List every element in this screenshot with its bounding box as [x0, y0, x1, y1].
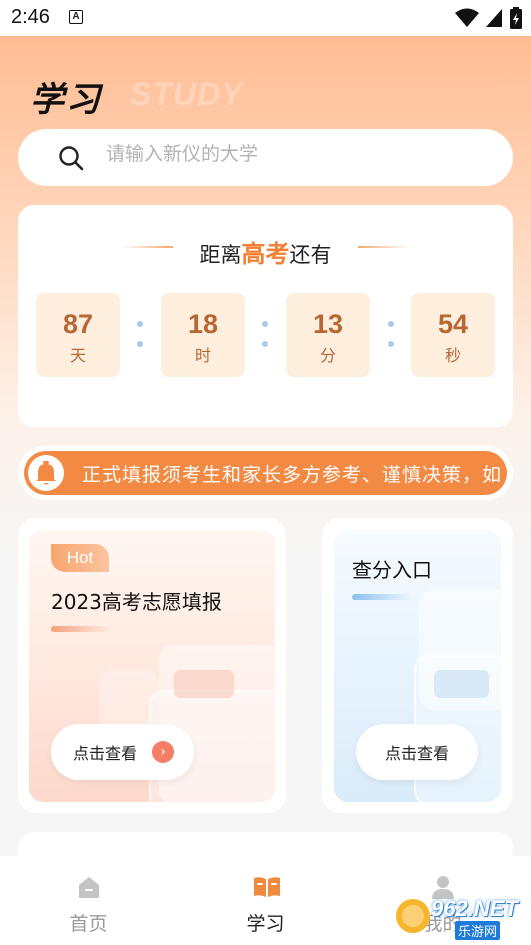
search-input[interactable]: [106, 143, 486, 165]
score-query-view-label: 点击查看: [384, 744, 449, 763]
countdown-days-value: 87: [62, 309, 94, 339]
countdown-title: 距离高考还有: [18, 234, 513, 269]
countdown-seconds-value: 54: [437, 309, 469, 339]
countdown-hours-label: 时: [194, 346, 211, 365]
nav-item-home[interactable]: 首页: [0, 856, 177, 945]
volunteer-view-button[interactable]: 点击查看 ›: [51, 724, 194, 780]
chevron-right-icon: ›: [152, 741, 174, 763]
search-bar[interactable]: [18, 129, 513, 186]
separator-dots: [137, 321, 143, 347]
score-query-view-button[interactable]: 点击查看: [356, 724, 478, 780]
score-query-title: 查分入口: [352, 558, 432, 582]
home-icon: [79, 877, 99, 898]
countdown-hours: 18 时: [161, 293, 245, 377]
page-title-english: STUDY: [130, 76, 244, 112]
hot-badge: Hot: [51, 544, 109, 572]
book-icon: [254, 877, 280, 897]
volunteer-card[interactable]: Hot 2023高考志愿填报 点击查看 ›: [18, 518, 286, 813]
bell-icon: [36, 461, 56, 485]
notice-bar[interactable]: 正式填报须考生和家长多方参考、谨慎决策，如: [18, 446, 513, 500]
separator-dots: [388, 321, 394, 347]
search-icon: [59, 146, 84, 171]
watermark-logo: 962.NET 乐游网: [393, 894, 527, 940]
page-title: 学习: [30, 80, 102, 120]
countdown-hours-value: 18: [187, 309, 219, 339]
wifi-icon: [455, 8, 479, 27]
status-icons: [455, 7, 523, 29]
bell-icon-badge: [28, 455, 64, 491]
watermark-subtext: 乐游网: [455, 921, 501, 940]
countdown-title-suffix: 还有: [289, 243, 332, 267]
countdown-seconds: 54 秒: [411, 293, 495, 377]
decorative-block: [99, 670, 159, 730]
score-query-card-body[interactable]: 查分入口 点击查看: [334, 530, 501, 802]
status-bar: 2:46 A: [0, 0, 531, 36]
volunteer-card-body[interactable]: Hot 2023高考志愿填报 点击查看 ›: [29, 530, 275, 802]
signal-icon: [486, 9, 502, 27]
countdown-days: 87 天: [36, 293, 120, 377]
title-underline: [352, 594, 412, 600]
volunteer-card-title: 2023高考志愿填报: [51, 590, 222, 614]
volunteer-view-label: 点击查看: [73, 744, 138, 763]
countdown-title-prefix: 距离: [199, 243, 242, 267]
countdown-title-highlight: 高考: [241, 240, 290, 268]
battery-icon: [510, 7, 522, 29]
score-query-card[interactable]: 查分入口 点击查看: [322, 518, 513, 813]
countdown-minutes: 13 分: [286, 293, 370, 377]
title-divider-right: [358, 246, 410, 248]
watermark-text: 962.NET: [431, 896, 518, 921]
separator-dots: [262, 321, 268, 347]
a-letter-icon: A: [69, 10, 83, 24]
countdown-days-label: 天: [69, 346, 86, 365]
decorative-block: [434, 670, 489, 698]
countdown-seconds-label: 秒: [444, 346, 461, 365]
countdown-minutes-label: 分: [319, 346, 336, 365]
decorative-block: [174, 670, 234, 698]
notice-text: 正式填报须考生和家长多方参考、谨慎决策，如: [82, 464, 503, 486]
countdown-card: 距离高考还有 87 天 18 时 13 分 54 秒: [18, 205, 513, 427]
countdown-minutes-value: 13: [312, 309, 344, 339]
nav-item-study[interactable]: 学习: [177, 856, 354, 945]
title-underline: [51, 626, 111, 632]
watermark-emblem-icon: [396, 899, 430, 933]
nav-label-study: 学习: [246, 913, 285, 935]
status-time: 2:46: [11, 6, 50, 28]
nav-label-home: 首页: [69, 913, 108, 935]
notice-banner[interactable]: 正式填报须考生和家长多方参考、谨慎决策，如: [24, 451, 507, 495]
